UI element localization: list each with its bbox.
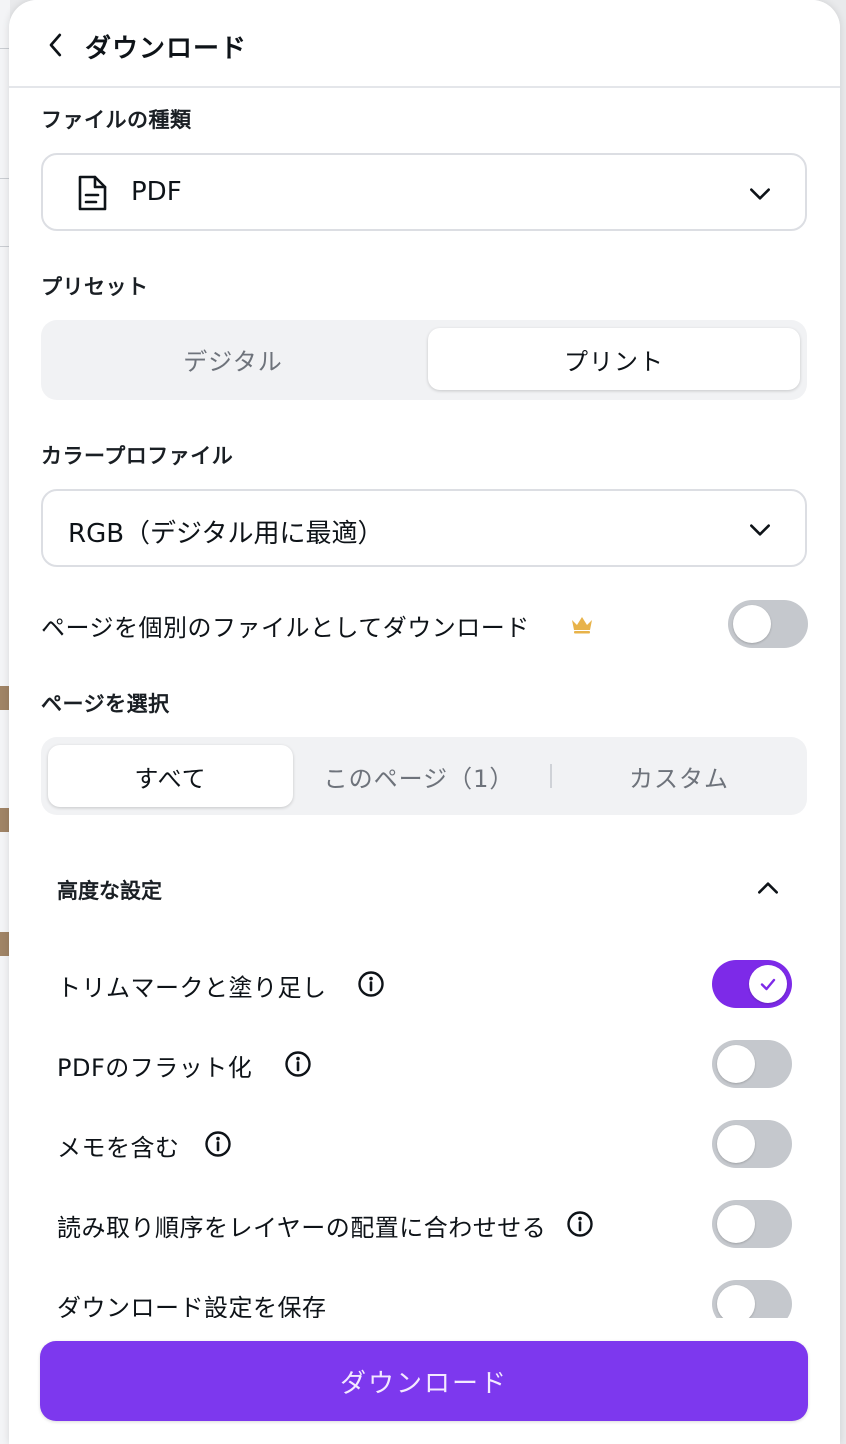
page-select-label: ページを選択 xyxy=(41,692,170,716)
page-option-custom[interactable]: カスタム xyxy=(557,745,801,807)
preset-label: プリセット xyxy=(41,275,149,299)
trim-marks-toggle[interactable] xyxy=(712,960,792,1008)
separate-files-label: ページを個別のファイルとしてダウンロード xyxy=(41,614,530,642)
file-type-value: PDF xyxy=(131,177,182,207)
flatten-pdf-toggle[interactable] xyxy=(712,1040,792,1088)
color-profile-select[interactable]: RGB（デジタル用に最適） xyxy=(41,489,807,567)
preset-segmented-control: デジタル プリント xyxy=(41,320,807,400)
chevron-left-icon[interactable] xyxy=(41,30,71,60)
flatten-pdf-label: PDFのフラット化 xyxy=(57,1054,253,1082)
trim-marks-label: トリムマークと塗り足し xyxy=(57,974,327,1002)
info-icon[interactable] xyxy=(204,1130,232,1158)
download-button[interactable]: ダウンロード xyxy=(40,1341,808,1421)
chevron-down-icon xyxy=(750,524,770,536)
reading-order-label: 読み取り順序をレイヤーの配置に合わせせる xyxy=(57,1214,547,1242)
toggle-knob xyxy=(717,1045,755,1083)
toggle-knob xyxy=(717,1125,755,1163)
download-panel: ダウンロード ファイルの種類 PDF プリセット デジタル プリント カラープロ… xyxy=(9,0,840,1444)
toggle-knob xyxy=(749,965,787,1003)
preset-option-digital[interactable]: デジタル xyxy=(49,328,417,390)
document-icon xyxy=(78,175,107,211)
info-icon[interactable] xyxy=(566,1210,594,1238)
toggle-knob xyxy=(717,1205,755,1243)
toggle-knob xyxy=(733,605,771,643)
page-option-all[interactable]: すべて xyxy=(48,745,293,807)
reading-order-toggle[interactable] xyxy=(712,1200,792,1248)
panel-header: ダウンロード xyxy=(9,0,840,88)
advanced-settings-title[interactable]: 高度な設定 xyxy=(57,875,162,905)
page-select-segmented-control: すべて このページ（1） カスタム xyxy=(41,737,807,815)
check-icon xyxy=(760,978,776,991)
file-type-select[interactable]: PDF xyxy=(41,153,807,231)
preset-option-print[interactable]: プリント xyxy=(428,328,800,390)
crown-icon xyxy=(572,617,592,634)
info-icon[interactable] xyxy=(284,1050,312,1078)
file-type-label: ファイルの種類 xyxy=(41,108,192,132)
color-profile-label: カラープロファイル xyxy=(41,444,234,468)
panel-title: ダウンロード xyxy=(85,34,248,64)
segment-divider xyxy=(550,764,552,788)
chevron-up-icon[interactable] xyxy=(755,875,781,901)
include-notes-label: メモを含む xyxy=(57,1134,180,1162)
separate-files-toggle[interactable] xyxy=(728,600,808,648)
info-icon[interactable] xyxy=(357,970,385,998)
include-notes-toggle[interactable] xyxy=(712,1120,792,1168)
chevron-down-icon xyxy=(750,188,770,200)
page-option-this-page[interactable]: このページ（1） xyxy=(299,745,539,807)
color-profile-value: RGB（デジタル用に最適） xyxy=(68,519,384,549)
